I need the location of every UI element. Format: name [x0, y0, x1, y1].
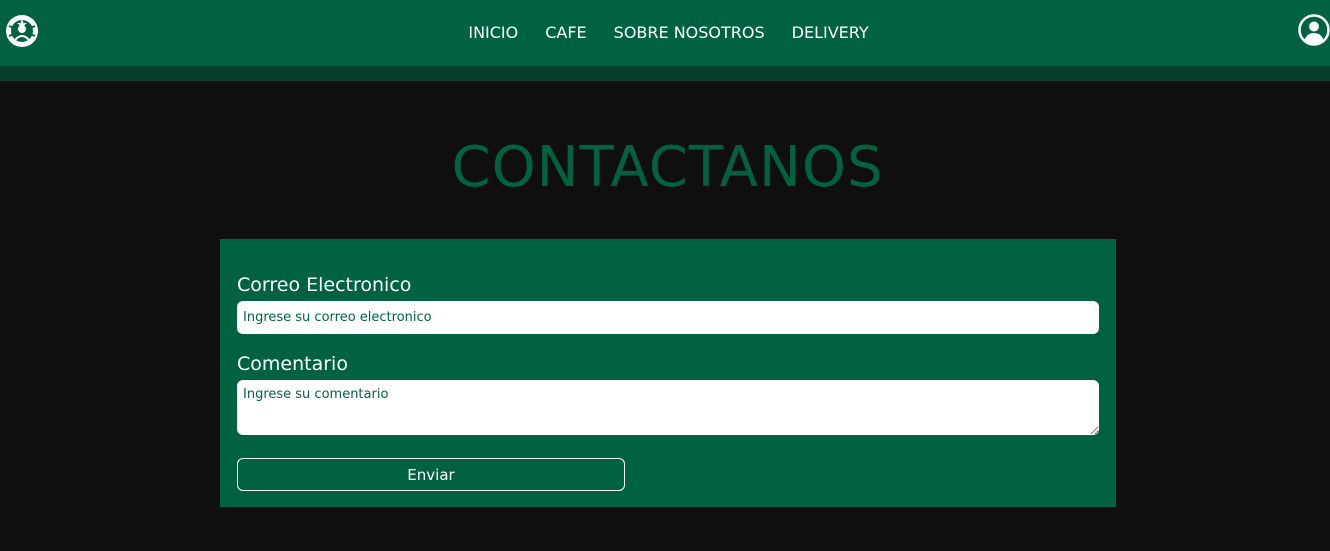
nav-link-delivery[interactable]: DELIVERY	[792, 23, 869, 42]
top-navbar: INICIO CAFE SOBRE NOSOTROS DELIVERY	[0, 0, 1330, 66]
submit-button[interactable]: Enviar	[237, 458, 625, 491]
nav-link-inicio[interactable]: INICIO	[468, 23, 518, 42]
nav-link-sobre-nosotros[interactable]: SOBRE NOSOTROS	[614, 23, 765, 42]
comment-label: Comentario	[237, 353, 348, 375]
main-nav: INICIO CAFE SOBRE NOSOTROS DELIVERY	[0, 0, 1330, 64]
nav-link-cafe[interactable]: CAFE	[545, 23, 586, 42]
navbar-shadow-band	[0, 66, 1330, 81]
email-label: Correo Electronico	[237, 274, 412, 296]
contact-form: Correo Electronico Comentario Enviar	[220, 239, 1116, 507]
page-title: CONTACTANOS	[451, 135, 884, 200]
user-circle-icon[interactable]	[1298, 14, 1330, 46]
comment-field[interactable]	[237, 380, 1099, 435]
email-field[interactable]	[237, 301, 1099, 334]
